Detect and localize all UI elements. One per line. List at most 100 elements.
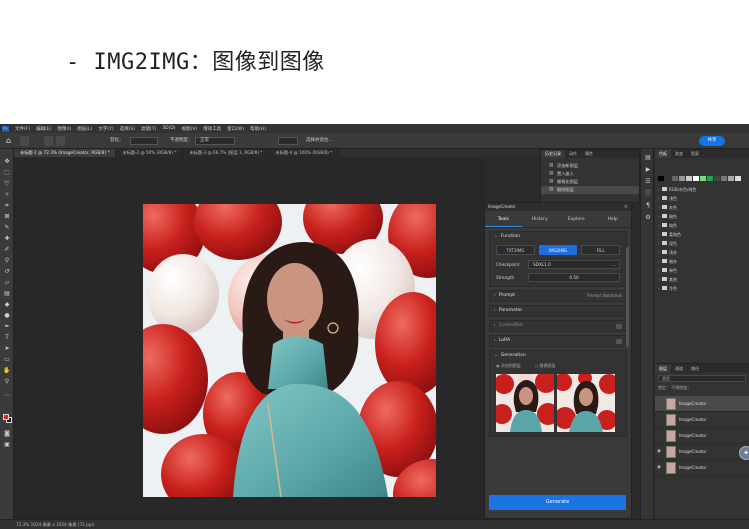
layer-row[interactable]: ImageCreator xyxy=(655,396,749,412)
hand-tool-icon[interactable]: ✋ xyxy=(3,368,11,374)
assistant-icon[interactable]: ✦ xyxy=(739,446,749,460)
lasso-tool-icon[interactable]: ➰ xyxy=(3,181,11,187)
eyedropper-icon[interactable]: ✎ xyxy=(3,225,11,231)
menu-item[interactable]: 滤镜(T) xyxy=(141,126,156,132)
result-thumbnail[interactable] xyxy=(496,374,554,432)
crop-tool-icon[interactable]: ⌗ xyxy=(3,203,11,209)
add-selection-icon[interactable] xyxy=(56,136,65,146)
color-swatch[interactable] xyxy=(721,176,727,181)
pen-tool-icon[interactable]: ✒ xyxy=(3,324,11,330)
parameter-header[interactable]: › Parameter xyxy=(490,306,626,316)
gradient-tool-icon[interactable]: ▤ xyxy=(3,291,11,297)
menu-item[interactable]: 3D(D) xyxy=(162,126,175,131)
zoom-tool-icon[interactable]: ⚲ xyxy=(3,379,11,385)
menu-item[interactable]: 编辑(E) xyxy=(36,126,51,132)
swatch-folder[interactable]: 深色 xyxy=(655,239,749,248)
swatch-folder[interactable]: 浅灰 xyxy=(655,248,749,257)
tab-paths[interactable]: 路径 xyxy=(687,364,703,373)
tab-patterns[interactable]: 图案 xyxy=(687,149,703,158)
tab-help[interactable]: Help xyxy=(595,211,632,227)
layer-filter[interactable]: 类型 xyxy=(658,375,746,382)
screen-mode-icon[interactable]: ▣ xyxy=(3,442,11,448)
tab-tools[interactable]: Tools xyxy=(485,211,522,227)
swatch-folder[interactable]: 柔和色 xyxy=(655,230,749,239)
document-tab[interactable]: 未标题-2 @ 50% (RGB/8) * xyxy=(116,149,184,157)
generation-header[interactable]: ⌄ Generation xyxy=(490,351,626,361)
menu-item[interactable]: 视图(V) xyxy=(182,126,198,132)
move-tool-icon[interactable]: ✥ xyxy=(3,159,11,165)
plugin-scrollbar[interactable] xyxy=(626,247,629,347)
swatch-folder[interactable]: 其他 xyxy=(655,275,749,284)
add-layer-radio[interactable]: ◉ 添加到图层 xyxy=(496,363,521,369)
swatch-folder[interactable]: 单色 xyxy=(655,266,749,275)
menu-item[interactable]: 文字(Y) xyxy=(98,126,113,132)
layer-row[interactable]: ◉ ImageCreator xyxy=(655,444,749,460)
play-icon[interactable]: ▶ xyxy=(644,167,652,173)
path-select-icon[interactable]: ➤ xyxy=(3,346,11,352)
color-swatch[interactable] xyxy=(728,176,734,181)
eraser-tool-icon[interactable]: ▱ xyxy=(3,280,11,286)
frame-tool-icon[interactable]: ⊠ xyxy=(3,214,11,220)
type-tool-icon[interactable]: T xyxy=(3,335,11,341)
document-image[interactable] xyxy=(143,204,436,497)
more-tools-icon[interactable]: ⋯ xyxy=(3,393,11,399)
strength-input[interactable]: 0.50 xyxy=(528,273,620,282)
shape-tool-icon[interactable]: ▭ xyxy=(3,357,11,363)
document-tab[interactable]: 未标题-4 @ 100% (RGB/8) * xyxy=(269,149,340,157)
color-swatch[interactable] xyxy=(665,176,671,181)
menu-item[interactable]: 图像(I) xyxy=(57,126,71,132)
swatch-folder[interactable]: 纯色 xyxy=(655,221,749,230)
healing-brush-icon[interactable]: ✚ xyxy=(3,236,11,242)
home-icon[interactable]: ⌂ xyxy=(6,137,14,145)
function-header[interactable]: ⌄ Function xyxy=(490,232,626,242)
color-swatch[interactable] xyxy=(693,176,699,181)
lora-toggle[interactable] xyxy=(616,338,622,344)
close-icon[interactable]: × xyxy=(624,203,628,211)
history-brush-icon[interactable]: ↺ xyxy=(3,269,11,275)
tab-history[interactable]: History xyxy=(522,211,559,227)
new-selection-icon[interactable] xyxy=(44,136,53,146)
share-button[interactable]: 共享 xyxy=(699,136,725,146)
menu-item[interactable]: 窗口(W) xyxy=(227,126,244,132)
tab-actions[interactable]: 动作 xyxy=(565,150,581,158)
eye-icon[interactable]: ◉ xyxy=(657,465,663,470)
replace-layer-radio[interactable]: ○ 替换图层 xyxy=(535,363,556,369)
color-swatch[interactable] xyxy=(735,176,741,181)
swatch-folder[interactable]: 暗灰 xyxy=(655,257,749,266)
color-swatch[interactable] xyxy=(700,176,706,181)
color-swatch[interactable] xyxy=(672,176,678,181)
blur-tool-icon[interactable]: ◆ xyxy=(3,302,11,308)
marquee-tool-icon[interactable] xyxy=(20,136,29,146)
magic-wand-icon[interactable]: ✧ xyxy=(3,192,11,198)
history-item[interactable]: 添加新图层 xyxy=(541,162,639,170)
swatch-folder[interactable]: 暗色 xyxy=(655,212,749,221)
generate-button[interactable]: Generate xyxy=(489,495,626,510)
color-swatch[interactable] xyxy=(686,176,692,181)
result-thumbnail[interactable] xyxy=(557,374,615,432)
layer-row[interactable]: ImageCreator xyxy=(655,412,749,428)
color-swatch[interactable] xyxy=(679,176,685,181)
lora-header[interactable]: › LoRA xyxy=(490,336,626,346)
history-item[interactable]: 置入嵌入 xyxy=(541,170,639,178)
info-icon[interactable]: ⓘ xyxy=(644,191,652,197)
controlnet-toggle[interactable] xyxy=(616,323,622,329)
select-mask-button[interactable]: 选择并遮住... xyxy=(306,137,333,145)
tab-explore[interactable]: Explore xyxy=(558,211,595,227)
tab-swatches[interactable]: 色板 xyxy=(655,149,671,158)
fill-button[interactable]: FILL xyxy=(581,245,621,255)
tab-history[interactable]: 历史记录 xyxy=(541,150,565,158)
menu-item[interactable]: 图层(L) xyxy=(77,126,92,132)
document-tab[interactable]: 未标题-1 @ 72.3% (ImageCreator, RGB/8) * xyxy=(14,149,117,157)
history-item[interactable]: 栅格化图层 xyxy=(541,178,639,186)
color-swatch[interactable] xyxy=(658,176,664,181)
tab-properties[interactable]: 属性 xyxy=(581,150,597,158)
checkpoint-select[interactable]: SDXL1.0 ⌄ xyxy=(528,260,620,269)
swatch-folder[interactable]: RGB/灰色/纯色 xyxy=(655,185,749,194)
prompt-notebook-link[interactable]: Prompt Notebook xyxy=(587,291,626,301)
width-input[interactable] xyxy=(278,137,298,145)
tab-gradients[interactable]: 渐变 xyxy=(671,149,687,158)
tab-channels[interactable]: 通道 xyxy=(671,364,687,373)
adjust-icon[interactable]: ⚙ xyxy=(644,215,652,221)
color-swatch[interactable] xyxy=(714,176,720,181)
document-tab[interactable]: 未标题-3 @ 66.7% (图层 1, RGB/8) * xyxy=(183,149,270,157)
